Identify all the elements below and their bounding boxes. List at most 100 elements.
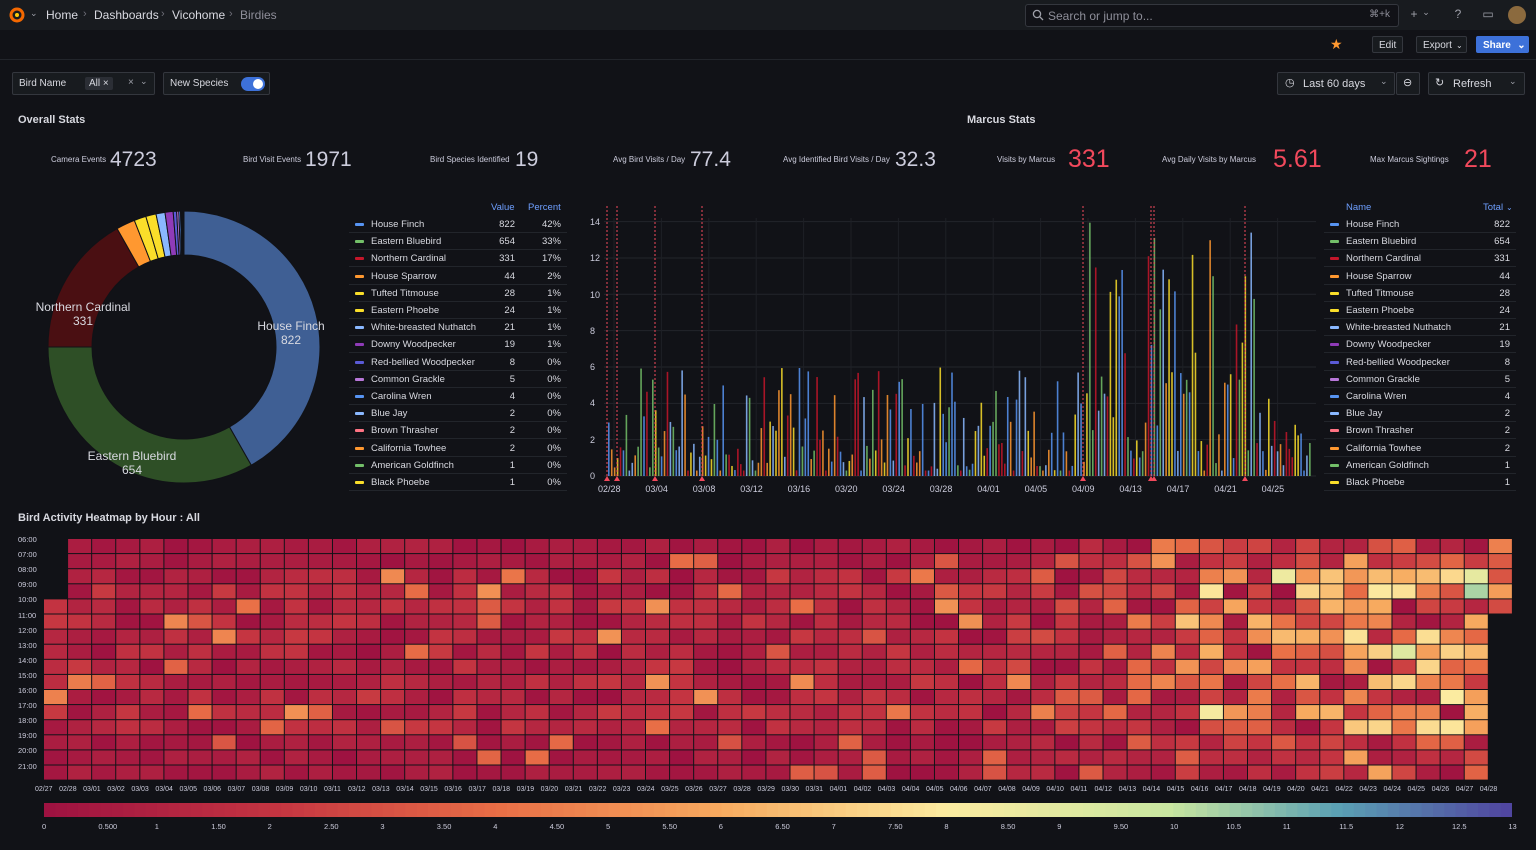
legend-row[interactable]: California Towhee 2 0% [349,440,567,457]
bird-name-chip[interactable]: All × [85,77,113,90]
avatar[interactable] [1508,6,1526,24]
search-input[interactable]: Search or jump to... ⌘+k [1025,4,1399,27]
heatmap-cell [284,674,308,689]
legend-row[interactable]: Northern Cardinal 331 17% [349,250,567,268]
legend-row[interactable]: Common Grackle 5 0% [349,371,567,388]
breadcrumb-home[interactable]: Home [46,8,78,22]
zoom-out-button[interactable]: ⊖ [1396,72,1420,95]
sort-desc-icon[interactable]: ⌄ [1506,203,1513,212]
legend-row[interactable]: California Towhee 2 [1324,440,1516,457]
heatmap-cell [670,674,694,689]
heatmap-cell [1248,584,1272,599]
legend-row[interactable]: House Finch 822 [1324,216,1516,233]
refresh-label: Refresh [1453,78,1492,90]
legend-row[interactable]: Downy Woodpecker 19 [1324,336,1516,354]
legend-row[interactable]: Northern Cardinal 331 [1324,250,1516,268]
heatmap-cell [212,539,236,554]
scale-segment [1184,803,1197,817]
legend-row[interactable]: Blue Jay 2 [1324,405,1516,423]
heatmap-cell [1007,735,1031,750]
new-species-toggle[interactable] [241,77,265,91]
heatmap-cell [92,735,116,750]
activity-heatmap[interactable] [44,539,1512,781]
heatmap-cell [477,629,501,644]
bar [625,414,628,476]
legend-row[interactable]: Downy Woodpecker 19 1% [349,336,567,354]
heatmap-cell [357,614,381,629]
legend-row[interactable]: White-breasted Nuthatch 21 1% [349,319,567,337]
heatmap-cell [983,659,1007,674]
export-chevron-icon[interactable]: ⌄ [1456,41,1463,50]
legend-row[interactable]: Black Phoebe 1 [1324,474,1516,491]
bar [1206,444,1208,476]
grafana-logo-icon[interactable] [8,6,26,24]
legend-header-name[interactable]: Name [1346,202,1371,213]
legend-header-value[interactable]: Value [491,202,515,213]
clear-icon[interactable]: × [128,77,134,88]
species-donut-chart[interactable] [40,205,330,490]
legend-row[interactable]: Eastern Bluebird 654 [1324,233,1516,251]
time-range-picker[interactable]: ◷ Last 60 days ⌄ [1277,72,1395,95]
heatmap-cell [308,720,332,735]
bird-visits-bar-chart[interactable] [588,200,1318,500]
legend-row[interactable]: Eastern Phoebe 24 1% [349,302,567,319]
refresh-button[interactable]: ↻ Refresh ⌄ [1428,72,1525,95]
heatmap-cell [429,539,453,554]
legend-row[interactable]: Common Grackle 5 [1324,371,1516,388]
legend-row[interactable]: Tufted Titmouse 28 [1324,285,1516,302]
heatmap-cell [1007,644,1031,659]
legend-row[interactable]: American Goldfinch 1 0% [349,457,567,474]
legend-row[interactable]: Tufted Titmouse 28 1% [349,285,567,302]
scale-segment [1195,803,1208,817]
legend-row[interactable]: Black Phoebe 1 0% [349,474,567,491]
chevron-down-icon[interactable]: ⌄ [140,76,148,87]
legend-row[interactable]: House Finch 822 42% [349,216,567,233]
news-icon[interactable]: ▭ [1480,7,1496,23]
bar [1285,432,1288,476]
legend-row[interactable]: Red-bellied Woodpecker 8 0% [349,354,567,371]
star-icon[interactable]: ★ [1330,36,1343,53]
share-chevron-icon[interactable]: ⌄ [1514,36,1529,53]
legend-row[interactable]: Brown Thrasher 2 0% [349,422,567,440]
heatmap-cell [1464,644,1488,659]
legend-row[interactable]: American Goldfinch 1 [1324,457,1516,474]
heatmap-cell [357,629,381,644]
legend-header-total[interactable]: Total [1483,202,1503,213]
heatmap-cell [477,584,501,599]
legend-header-percent[interactable]: Percent [528,202,561,213]
heatmap-cell [1079,539,1103,554]
legend-row[interactable]: Blue Jay 2 0% [349,405,567,423]
heatmap-cell [573,569,597,584]
legend-row[interactable]: Eastern Phoebe 24 [1324,302,1516,319]
legend-row[interactable]: Brown Thrasher 2 [1324,422,1516,440]
heatmap-cell [1103,614,1127,629]
edit-button[interactable]: Edit [1372,36,1404,53]
bar [892,460,895,476]
bar [1253,298,1255,476]
heatmap-cell [405,735,429,750]
heatmap-cell [1175,659,1199,674]
legend-row[interactable]: House Sparrow 44 [1324,268,1516,285]
heatmap-cell [959,765,983,780]
heatmap-cell [934,629,959,644]
add-chevron-icon[interactable]: ⌄ [1418,7,1434,23]
help-icon[interactable]: ? [1450,7,1466,23]
bar [628,470,631,476]
legend-row[interactable]: Carolina Wren 4 0% [349,388,567,405]
share-button[interactable]: Share [1476,36,1518,53]
heatmap-cell [1440,735,1464,750]
legend-row[interactable]: White-breasted Nuthatch 21 [1324,319,1516,337]
legend-row[interactable]: House Sparrow 44 2% [349,268,567,285]
heatmap-cell [1007,614,1031,629]
legend-row[interactable]: Eastern Bluebird 654 33% [349,233,567,251]
chevron-down-icon[interactable]: ⌄ [1509,76,1517,87]
logo-chevron-icon[interactable]: ⌄ [30,8,38,19]
bird-name-variable[interactable]: Bird Name All × × ⌄ [12,72,155,95]
heatmap-cell [1127,720,1151,735]
breadcrumb-vicohome[interactable]: Vicohome [172,8,225,22]
breadcrumb-dashboards[interactable]: Dashboards [94,8,159,22]
bar [1065,451,1068,476]
legend-row[interactable]: Carolina Wren 4 [1324,388,1516,405]
heatmap-cell [1392,735,1416,750]
legend-row[interactable]: Red-bellied Woodpecker 8 [1324,354,1516,371]
